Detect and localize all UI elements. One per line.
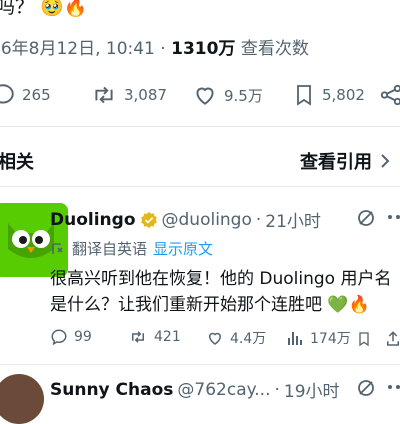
bookmark-count: 5,802 bbox=[322, 86, 365, 104]
more-icon bbox=[388, 385, 400, 389]
repost-count: 3,087 bbox=[124, 86, 167, 104]
view-quotes-link[interactable]: 查看引用 bbox=[300, 148, 392, 174]
share-action[interactable] bbox=[378, 82, 400, 108]
reply-like-count: 4.4万 bbox=[230, 331, 267, 347]
reply-author-name[interactable]: Duolingo bbox=[50, 210, 136, 230]
emoji-fragment: 🥹🔥 bbox=[40, 0, 88, 18]
views-label: 查看次数 bbox=[240, 39, 309, 59]
tweet-text-end: 吗？ bbox=[0, 0, 35, 18]
translated-from-label: 翻译自英语 bbox=[72, 240, 148, 258]
grok-icon bbox=[358, 210, 374, 226]
reply-like-action[interactable]: 4.4万 bbox=[206, 328, 266, 348]
reply-icon bbox=[0, 84, 14, 104]
reply-header: Duolingo @duolingo · 21小时 bbox=[50, 207, 321, 233]
tweet-text-fragment: 吗？ 🥹🔥 bbox=[0, 0, 87, 19]
bookmark-icon bbox=[359, 332, 369, 347]
translation-row: 翻译自英语 显示原文 bbox=[50, 238, 213, 259]
next-reply-header: Sunny Chaos @762cay... · 19小时 bbox=[50, 377, 340, 403]
divider bbox=[0, 364, 400, 365]
divider bbox=[0, 126, 400, 127]
bookmark-action[interactable]: 5,802 bbox=[292, 82, 365, 108]
reply-author-handle[interactable]: @duolingo bbox=[162, 210, 252, 230]
grok-button[interactable] bbox=[356, 208, 376, 232]
next-reply-author-name[interactable]: Sunny Chaos bbox=[50, 380, 173, 400]
reply-body: 很高兴听到他在恢复！他的 Duolingo 用户名是什么？让我们重新开始那个连胜… bbox=[50, 269, 392, 315]
share-icon bbox=[387, 331, 399, 346]
views-count: 1310万 bbox=[171, 39, 236, 59]
reply-reply-action[interactable]: 99 bbox=[50, 328, 92, 346]
repost-icon bbox=[132, 331, 144, 343]
tweet-timestamp[interactable]: 26年8月12日, 10:41 bbox=[0, 39, 155, 59]
next-reply-avatar[interactable] bbox=[0, 374, 44, 424]
bookmark-icon bbox=[297, 85, 311, 106]
reply-repost-count: 421 bbox=[154, 329, 181, 345]
reply-reply-count: 99 bbox=[74, 329, 92, 345]
reply-action[interactable]: 265 bbox=[0, 82, 51, 108]
next-reply-dot: · bbox=[274, 379, 280, 400]
more-button[interactable] bbox=[386, 207, 400, 231]
translate-icon bbox=[52, 242, 63, 254]
verified-badge-icon bbox=[140, 211, 157, 228]
bar-chart-icon bbox=[288, 332, 302, 345]
next-grok-button[interactable] bbox=[356, 378, 376, 402]
share-icon bbox=[380, 84, 400, 106]
repost-icon bbox=[95, 86, 113, 104]
reply-icon bbox=[51, 329, 67, 346]
more-icon bbox=[388, 215, 400, 219]
heart-icon bbox=[196, 87, 214, 105]
reply-share-action[interactable] bbox=[384, 330, 400, 352]
like-count: 9.5万 bbox=[224, 86, 263, 105]
view-quotes-label: 查看引用 bbox=[300, 152, 372, 173]
reply-time[interactable]: 21小时 bbox=[265, 207, 321, 232]
reply-count: 265 bbox=[22, 86, 51, 104]
heart-icon bbox=[208, 332, 222, 345]
chevron-right-icon bbox=[381, 154, 390, 168]
related-tab[interactable]: 相关 bbox=[0, 148, 34, 174]
like-action[interactable]: 9.5万 bbox=[192, 82, 263, 108]
next-reply-author-handle[interactable]: @762cay... bbox=[177, 380, 270, 400]
reply-bookmark-action[interactable] bbox=[356, 330, 372, 352]
reply-repost-action[interactable]: 421 bbox=[128, 328, 181, 346]
next-reply-time[interactable]: 19小时 bbox=[284, 377, 340, 402]
reply-dot: · bbox=[255, 209, 262, 230]
tweet-meta: 26年8月12日, 10:41 · 1310万 查看次数 bbox=[0, 34, 309, 59]
reply-views-action[interactable]: 174万 bbox=[286, 328, 351, 348]
reply-views-count: 174万 bbox=[310, 331, 351, 347]
show-original-link[interactable]: 显示原文 bbox=[153, 238, 213, 259]
divider bbox=[0, 186, 400, 187]
next-more-button[interactable] bbox=[386, 377, 400, 401]
repost-action[interactable]: 3,087 bbox=[90, 82, 167, 108]
meta-separator: · bbox=[160, 39, 166, 59]
grok-icon bbox=[358, 380, 374, 396]
